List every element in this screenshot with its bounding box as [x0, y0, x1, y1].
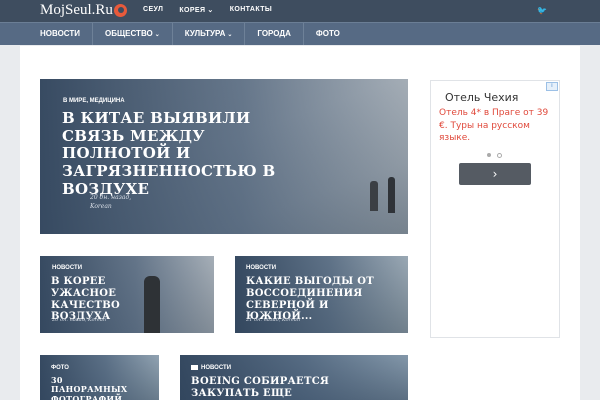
- top-nav-contacts[interactable]: КОНТАКТЫ: [230, 6, 272, 14]
- nav-news[interactable]: НОВОСТИ: [40, 23, 92, 45]
- nav-cities[interactable]: ГОРОДА: [244, 23, 302, 45]
- chevron-down-icon: ⌄: [207, 7, 214, 14]
- article-card-panorama[interactable]: ФОТО 30 ПАНОРАМНЫХ ФОТОГРАФИЙ КОРЕИ: [40, 355, 159, 400]
- article-category[interactable]: НОВОСТИ: [52, 265, 82, 271]
- ad-title[interactable]: Отель Чехия: [445, 91, 518, 104]
- chevron-down-icon: ⌄: [154, 32, 160, 38]
- top-bar: MojSeul.Ru СЕУЛ КОРЕЯ ⌄ КОНТАКТЫ 🐦: [0, 0, 600, 22]
- chevron-down-icon: ⌄: [227, 32, 233, 38]
- nav-photo[interactable]: ФОТО: [302, 23, 352, 45]
- article-title[interactable]: BOEING СОБИРАЕТСЯ ЗАКУПАТЬ ЕЩЕ БОЛЬШЕ: [191, 376, 351, 400]
- article-category[interactable]: НОВОСТИ: [191, 365, 231, 371]
- article-card-air-quality[interactable]: НОВОСТИ В КОРЕЕ УЖАСНОЕ КАЧЕСТВО ВОЗДУХА…: [40, 256, 214, 333]
- article-meta: 21 дн. назад, Korean: [246, 317, 301, 323]
- featured-date: 20 дн. назад,: [90, 194, 132, 201]
- ad-next-button[interactable]: ›: [459, 163, 531, 185]
- site-logo[interactable]: MojSeul.Ru: [40, 2, 113, 19]
- featured-category[interactable]: В МИРЕ, МЕДИЦИНА: [63, 98, 125, 104]
- adchoices-icon[interactable]: i: [546, 82, 558, 91]
- article-card-boeing[interactable]: НОВОСТИ BOEING СОБИРАЕТСЯ ЗАКУПАТЬ ЕЩЕ Б…: [180, 355, 408, 400]
- top-nav-seoul[interactable]: СЕУЛ: [143, 6, 163, 14]
- article-category[interactable]: ФОТО: [51, 365, 69, 371]
- ad-banner[interactable]: i Отель Чехия Отель 4* в Праге от 39 €. …: [430, 80, 560, 338]
- ad-text[interactable]: Отель 4* в Праге от 39 €. Туры на русско…: [439, 107, 555, 145]
- article-category[interactable]: НОВОСТИ: [246, 265, 276, 271]
- pedestrians-figure: [350, 177, 395, 217]
- top-nav-korea[interactable]: КОРЕЯ ⌄: [179, 6, 213, 14]
- main-nav: НОВОСТИ ОБЩЕСТВО ⌄ КУЛЬТУРА ⌄ ГОРОДА ФОТО: [0, 22, 600, 45]
- twitter-icon[interactable]: 🐦: [537, 6, 547, 15]
- article-card-reunification[interactable]: НОВОСТИ КАКИЕ ВЫГОДЫ ОТ ВОССОЕДИНЕНИЯ СЕ…: [235, 256, 408, 333]
- featured-author: Korean: [90, 203, 112, 210]
- nav-society[interactable]: ОБЩЕСТВО ⌄: [92, 23, 172, 45]
- logo-icon[interactable]: [114, 4, 127, 17]
- article-meta: 20 дн. назад, Korean: [52, 317, 107, 323]
- ad-pagination: [487, 153, 502, 158]
- article-title[interactable]: 30 ПАНОРАМНЫХ ФОТОГРАФИЙ КОРЕИ: [51, 375, 141, 400]
- featured-article[interactable]: В МИРЕ, МЕДИЦИНА В КИТАЕ ВЫЯВИЛИ СВЯЗЬ М…: [40, 79, 408, 234]
- camera-icon: [191, 365, 198, 370]
- top-nav: СЕУЛ КОРЕЯ ⌄ КОНТАКТЫ: [143, 6, 272, 14]
- featured-title[interactable]: В КИТАЕ ВЫЯВИЛИ СВЯЗЬ МЕЖДУ ПОЛНОТОЙ И З…: [62, 109, 312, 198]
- nav-culture[interactable]: КУЛЬТУРА ⌄: [171, 23, 245, 45]
